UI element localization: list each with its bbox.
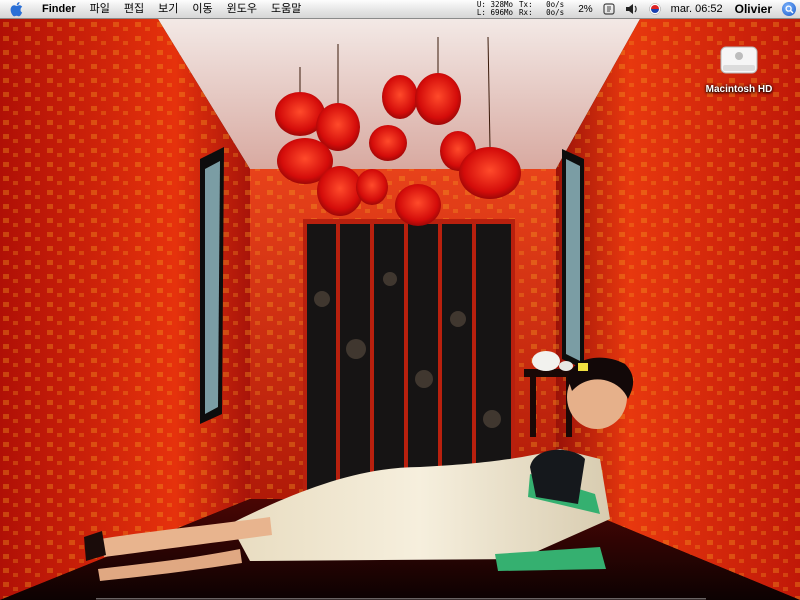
menu-edit[interactable]: 편집 <box>117 0 151 18</box>
apple-menu-icon[interactable] <box>10 1 26 17</box>
fast-user-switch[interactable]: Olivier <box>735 2 772 16</box>
stat-l-value: 696Mo <box>490 8 514 17</box>
menu-go[interactable]: 이동 <box>185 0 219 18</box>
stat-rx-value: 0o/s <box>546 8 565 17</box>
menu-bar: Finder 파일 편집 보기 이동 윈도우 도움말 U: 328Mo L: 6… <box>0 0 800 19</box>
menubar-clock[interactable]: mar. 06:52 <box>671 3 723 15</box>
hard-drive-icon <box>720 46 758 74</box>
spotlight-icon[interactable] <box>782 2 796 16</box>
menu-help[interactable]: 도움말 <box>264 0 308 18</box>
desktop[interactable]: Macintosh HD <box>0 19 800 600</box>
input-menu-flag-icon[interactable] <box>648 3 661 15</box>
menu-file[interactable]: 파일 <box>83 0 117 18</box>
stat-l-label: L: <box>476 8 486 17</box>
desktop-icon-macintosh-hd[interactable]: Macintosh HD <box>702 43 776 95</box>
stat-rx-label: Rx: <box>519 8 533 17</box>
menu-window[interactable]: 윈도우 <box>220 0 264 18</box>
system-stats[interactable]: U: 328Mo L: 696Mo Tx: 0o/s Rx: 0o/s <box>477 1 564 17</box>
desktop-icon-label: Macintosh HD <box>705 84 773 95</box>
menu-view[interactable]: 보기 <box>151 0 185 18</box>
script-menu-icon[interactable] <box>603 3 615 15</box>
volume-icon[interactable] <box>625 3 639 15</box>
cpu-usage[interactable]: 2% <box>578 4 592 15</box>
menu-app-finder[interactable]: Finder <box>38 0 83 18</box>
desktop-wallpaper <box>0 19 800 600</box>
